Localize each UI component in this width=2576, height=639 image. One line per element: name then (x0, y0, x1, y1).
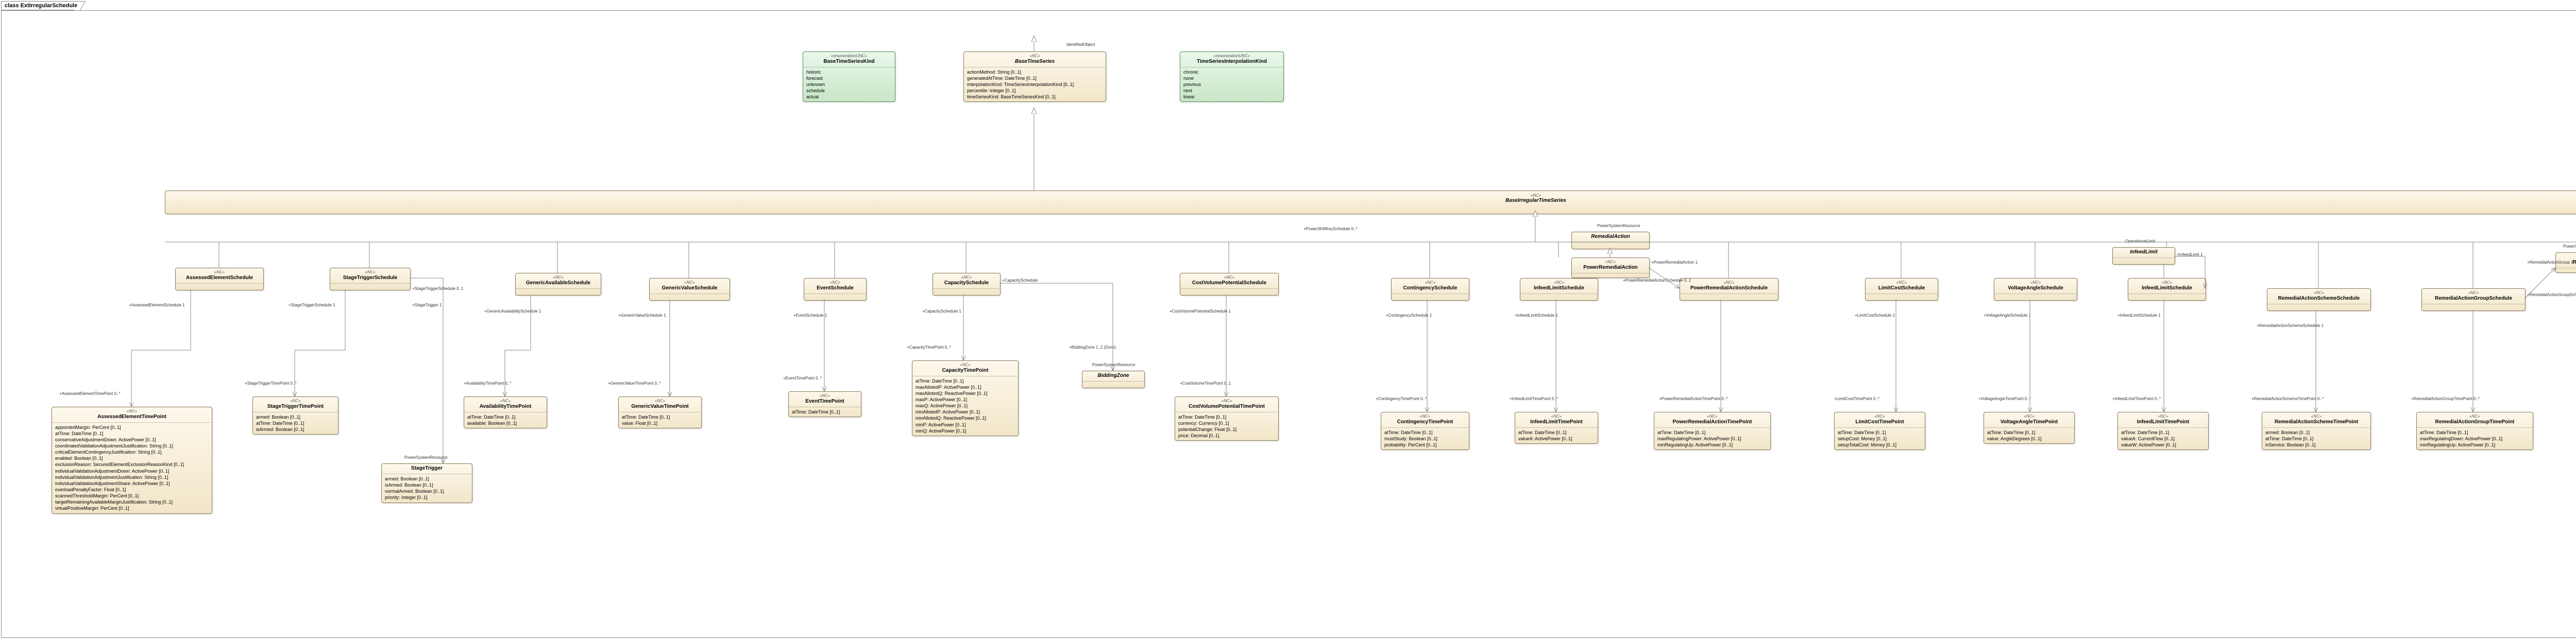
class-ragroupschedule: «NC»RemedialActionGroupSchedule (2421, 288, 2526, 311)
class-stagetriggerschedule: «NC»StageTriggerSchedule (330, 268, 411, 290)
class-voltageangleschedule: «NC»VoltageAngleSchedule (1994, 278, 2077, 301)
class-stagetrigger: StageTrigger armed: Boolean [0..1] isArm… (381, 463, 472, 503)
class-infeedlimittimepoint-b: «NC»InfeedLimitTimePoint atTime: DateTim… (2117, 412, 2209, 450)
class-basetimeseries: «NC»BaseTimeSeries actionMethod: String … (963, 51, 1106, 102)
class-baseirregulartimeseries: «NC» BaseIrregularTimeSeries (165, 191, 2576, 214)
lbl-aetp: +AssessedElementTimePoint 0..* (59, 391, 121, 396)
class-eventschedule: «NC»EventSchedule (804, 278, 867, 301)
lbl-cs-rel: +CapacitySchedule (1002, 278, 1038, 283)
class-genericavailableschedule: «NC»GenericAvailableSchedule (515, 273, 601, 296)
lbl-atp: +AvailabilityTimePoint 0..* (464, 381, 511, 386)
frame-title: class ExtIrregularSchedule (1, 1, 80, 10)
class-costvolumepotentialschedule: «NC»CostVolumePotentialSchedule (1180, 273, 1279, 296)
class-limitcosttimepoint: «NC»LimitCostTimePoint atTime: DateTime … (1834, 412, 1925, 450)
lbl-etp: +EventTimePoint 0..* (783, 376, 822, 381)
lbl-rastp: +RemedialActionSchemeTimePoint 0..* (2251, 396, 2324, 401)
super-psr: PowerSystemResource (1597, 223, 1640, 228)
lbl-pchs: +PowerShiftKeySchedule 0..* (1303, 227, 1358, 231)
attrs: appointedMargin: PerCent [0..1] atTime: … (52, 423, 212, 513)
lbl-pra: +PowerRemedialAction 1 (1651, 260, 1698, 265)
lbl-pratp: +PowerRemedialActionTimePoint 0..* (1659, 396, 1727, 401)
lbl-sts2: +StageTriggerSchedule 0..1 (412, 286, 464, 291)
lbl-gas: +GenericAvailabilitySchedule 1 (484, 309, 541, 314)
lbl-pras: +PowerRemedialActionSchedule 0..1 (1623, 278, 1691, 283)
lbl-vatp: +VoltageAngleTimePoint 0..* (1978, 396, 2031, 401)
class-assessedelementtimepoint: «NC»AssessedElementTimePoint appointedMa… (52, 407, 212, 514)
class-infeedlimittimepoint-a: «NC»InfeedLimitTimePoint atTime: DateTim… (1515, 412, 1598, 444)
class-genericvaluetimepoint: «NC»GenericValueTimePoint atTime: DateTi… (618, 396, 702, 428)
lbl-vas: +VoltageAngleSchedule 1 (1984, 313, 2031, 318)
lbl-rag: +RemedialActionGroup 1 (2527, 260, 2573, 265)
class-raschemetimepoint: «NC»RemedialActionSchemeTimePoint armed:… (2262, 412, 2371, 450)
lbl-cs: +CapacitySchedule 1 (922, 309, 961, 314)
lbl-st: +StageTrigger 1 (412, 303, 442, 307)
class-contingencyschedule: «NC»ContingencySchedule (1391, 278, 1469, 301)
class-infeedlimitschedule-a: «NC»InfeedLimitSchedule (1520, 278, 1598, 301)
lbl-sts: +StageTriggerSchedule 1 (289, 303, 335, 307)
lbl-ils: +InfeedLimitSchedule 1 (1515, 313, 1558, 318)
lbl-rass: +RemedialActionSchemeSchedule 1 (2257, 323, 2324, 328)
lbl-es: +EventSchedule 1 (793, 313, 827, 318)
class-raschemeschedule: «NC»RemedialActionSchemeSchedule (2267, 288, 2371, 311)
class-powerremedialaction: «NC»PowerRemedialAction (1571, 257, 1650, 278)
lbl-cvptp: +CostVolumeTimePoint 0..1 (1180, 381, 1231, 386)
lbl-ctp: +CapacityTimePoint 0..* (907, 345, 951, 350)
enum-interpolationkind: «enumerationUNC»TimeSeriesInterpolationK… (1180, 51, 1284, 102)
lbl-il: +InfeedLimit 1 (2177, 252, 2202, 257)
lbl-cgs: +ContingencySchedule 1 (1386, 313, 1432, 318)
class-voltageangletimepoint: «NC»VoltageAngleTimePoint atTime: DateTi… (1984, 412, 2075, 444)
lbl-lctp: +LimitCostTimePoint 0..* (1834, 396, 1879, 401)
lbl-cvps: +CostVolumePotentialSchedule 1 (1170, 309, 1231, 314)
class-assessedelementschedule: «NC»AssessedElementSchedule (175, 268, 264, 290)
class-powerremedialactiontimepoint: «NC»PowerRemedialActionTimePoint atTime:… (1654, 412, 1771, 450)
lbl-bz: +BiddingZone 1..2 (Zone) (1069, 345, 1116, 350)
lbl-lcs: +LimitCostSchedule 1 (1855, 313, 1895, 318)
class-biddingzone: BiddingZone (1082, 371, 1145, 388)
diagram-frame (1, 10, 2576, 638)
super-oplimit: OperationalLimit (2125, 239, 2155, 244)
class-capacitytimepoint: «NC»CapacityTimePoint atTime: DateTime [… (912, 360, 1019, 436)
lbl-ils-b: +InfeedLimitSchedule 1 (2117, 313, 2161, 318)
class-remedialaction: RemedialAction (1571, 232, 1650, 249)
lbl-gvtp: +GenericValueTimePoint 0..* (608, 381, 661, 386)
lbl-iltp: +InfeedLimitTimePoint 0..* (1510, 396, 1558, 401)
super-identifiedobject: IdentifiedObject (1066, 42, 1095, 47)
lbl-sttp: +StageTriggerTimePoint 0..* (245, 381, 297, 386)
enum-basetimeserieskind: «enumerationUNC»BaseTimeSeriesKind histo… (803, 51, 895, 102)
class-costvolumepotentialtimepoint: «NC»CostVolumePotentialTimePoint atTime:… (1175, 396, 1279, 441)
class-eventtimepoint: «NC»EventTimePoint atTime: DateTime [0..… (788, 391, 861, 417)
class-powerremedialactionschedule: «NC»PowerRemedialActionSchedule (1680, 278, 1778, 301)
class-contingencytimepoint: «NC»ContingencyTimePoint atTime: DateTim… (1381, 412, 1469, 450)
class-availabilitytimepoint: «NC»AvailabilityTimePoint atTime: DateTi… (464, 396, 547, 428)
class-infeedlimit: InfeedLimit (2112, 247, 2175, 265)
lbl-cgtp: +ContingencyTimePoint 0..* (1376, 396, 1427, 401)
super-psr-st: PowerSystemResource (404, 455, 448, 460)
super-psrgroup: PowerSystemResourceGroup (2563, 244, 2576, 249)
lbl-gvs: +GenericValueSchedule 1 (618, 313, 666, 318)
lbl-rags: +RemedialActionGroupSchedule 0..1 (2527, 292, 2576, 297)
lbl-ragtp: +RemedialActionGroupTimePoint 0..* (2411, 396, 2480, 401)
lbl-aes: +AssessedElementSchedule 1 (129, 303, 185, 307)
super-psr-bz: PowerSystemResource (1092, 362, 1136, 367)
class-genericvalueschedule: «NC»GenericValueSchedule (649, 278, 730, 301)
class-capacityschedule: «NC»CapacitySchedule (933, 273, 1001, 296)
lbl-iltp-b: +InfeedLimitTimePoint 0..* (2112, 396, 2161, 401)
class-stagetriggertimepoint: «NC»StageTriggerTimePoint armed: Boolean… (252, 396, 338, 435)
class-limitcostschedule: «NC»LimitCostSchedule (1865, 278, 1938, 301)
class-infeedlimitschedule-b: «NC»InfeedLimitSchedule (2128, 278, 2206, 301)
class-ragrouptimepoint: «NC»RemedialActionGroupTimePoint atTime:… (2416, 412, 2533, 450)
